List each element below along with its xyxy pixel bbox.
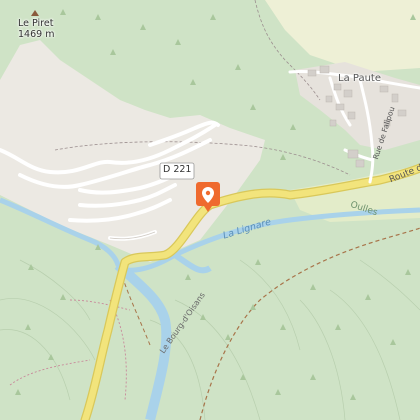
road-shield-label: D 221 [163,164,192,175]
map-view[interactable]: Le Piret 1469 m D 221 La Paute La Lignar… [0,0,420,420]
peak-elevation-label: 1469 m [18,29,55,40]
village-label: La Paute [338,73,381,84]
